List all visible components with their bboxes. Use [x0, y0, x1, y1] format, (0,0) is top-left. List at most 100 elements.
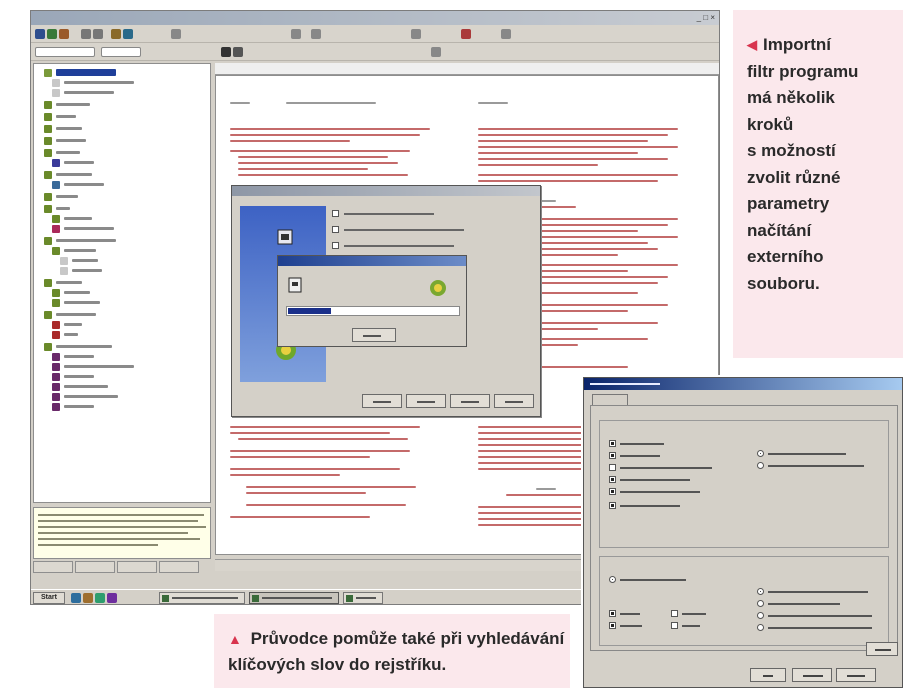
- setting-radio[interactable]: [757, 462, 877, 470]
- tab-tools[interactable]: [159, 561, 199, 573]
- tree-item[interactable]: [34, 192, 210, 202]
- setting-checkbox[interactable]: [671, 610, 721, 618]
- tree-item[interactable]: [34, 330, 210, 340]
- quicklaunch-icon[interactable]: [83, 593, 93, 603]
- tree-item[interactable]: [34, 112, 210, 122]
- tree-item[interactable]: [34, 372, 210, 382]
- main-toolbar: [31, 25, 719, 43]
- toolbar-icon[interactable]: [47, 29, 57, 39]
- setting-radio[interactable]: [757, 624, 887, 632]
- setting-checkbox[interactable]: [609, 476, 719, 484]
- start-button[interactable]: Start: [33, 592, 65, 604]
- setting-radio[interactable]: [757, 600, 887, 608]
- quicklaunch-icon[interactable]: [71, 593, 81, 603]
- tree-item[interactable]: [34, 68, 210, 78]
- caption-line: má několik: [747, 88, 835, 107]
- back-button[interactable]: [362, 394, 402, 408]
- tree-item[interactable]: [34, 180, 210, 190]
- setting-checkbox[interactable]: [609, 610, 659, 618]
- toolbar-icon[interactable]: [35, 29, 45, 39]
- tree-item[interactable]: [34, 342, 210, 352]
- setting-radio[interactable]: [609, 576, 719, 584]
- taskbar-item[interactable]: [343, 592, 383, 604]
- help-panel: [33, 507, 211, 559]
- ok-button[interactable]: [750, 668, 786, 682]
- setting-checkbox[interactable]: [609, 488, 729, 496]
- tree-item[interactable]: [34, 236, 210, 246]
- tree-item[interactable]: [34, 78, 210, 88]
- setting-checkbox[interactable]: [609, 464, 729, 472]
- wizard-option[interactable]: [332, 226, 482, 234]
- setting-checkbox[interactable]: [609, 440, 699, 448]
- taskbar-item[interactable]: [159, 592, 245, 604]
- quicklaunch-icon[interactable]: [107, 593, 117, 603]
- setting-checkbox[interactable]: [609, 452, 699, 460]
- window-controls[interactable]: _ □ ×: [697, 13, 715, 22]
- tree-item[interactable]: [34, 278, 210, 288]
- caption-line: ◀ Importní: [747, 32, 893, 59]
- caption-bottom: ▲ Průvodce pomůže také při vyhledávání k…: [214, 614, 570, 688]
- tree-item[interactable]: [34, 402, 210, 412]
- quicklaunch-icon[interactable]: [95, 593, 105, 603]
- tree-item[interactable]: [34, 100, 210, 110]
- toolbar-icon[interactable]: [59, 29, 69, 39]
- setting-radio[interactable]: [757, 450, 877, 458]
- ruler: [215, 63, 719, 75]
- taskbar-item[interactable]: [249, 592, 339, 604]
- cancel-button[interactable]: [450, 394, 490, 408]
- tree-item[interactable]: [34, 298, 210, 308]
- toolbar-icon[interactable]: [81, 29, 91, 39]
- setting-radio[interactable]: [757, 588, 887, 596]
- tree-item[interactable]: [34, 256, 210, 266]
- arrow-up-icon: ▲: [228, 631, 242, 647]
- style-select[interactable]: [35, 47, 95, 57]
- tree-item[interactable]: [34, 148, 210, 158]
- bold-icon[interactable]: [221, 47, 231, 57]
- tree-item[interactable]: [34, 352, 210, 362]
- toolbar-icon[interactable]: [461, 29, 471, 39]
- setting-checkbox[interactable]: [671, 622, 721, 630]
- toolbar-icon[interactable]: [411, 29, 421, 39]
- toolbar-icon[interactable]: [171, 29, 181, 39]
- toolbar-icon[interactable]: [111, 29, 121, 39]
- tree-item[interactable]: [34, 158, 210, 168]
- tab-project[interactable]: [33, 561, 73, 573]
- tree-item[interactable]: [34, 204, 210, 214]
- toolbar-icon[interactable]: [431, 47, 441, 57]
- tree-item[interactable]: [34, 362, 210, 372]
- arrow-left-icon: ◀: [747, 37, 757, 52]
- next-button[interactable]: [406, 394, 446, 408]
- cancel-button[interactable]: [352, 328, 396, 342]
- setting-radio[interactable]: [757, 612, 887, 620]
- tree-item[interactable]: [34, 382, 210, 392]
- tree-item[interactable]: [34, 136, 210, 146]
- toolbar-icon[interactable]: [291, 29, 301, 39]
- cancel-button[interactable]: [792, 668, 832, 682]
- italic-icon[interactable]: [233, 47, 243, 57]
- tab-index[interactable]: [75, 561, 115, 573]
- wizard-option[interactable]: [332, 210, 482, 218]
- tree-item[interactable]: [34, 170, 210, 180]
- tree-item[interactable]: [34, 320, 210, 330]
- tree-item[interactable]: [34, 392, 210, 402]
- wizard-option[interactable]: [332, 242, 482, 250]
- help-button[interactable]: [494, 394, 534, 408]
- toolbar-icon[interactable]: [123, 29, 133, 39]
- tree-item[interactable]: [34, 288, 210, 298]
- tab-search[interactable]: [117, 561, 157, 573]
- tree-item[interactable]: [34, 310, 210, 320]
- setting-checkbox[interactable]: [609, 622, 659, 630]
- toolbar-icon[interactable]: [501, 29, 511, 39]
- tree-item[interactable]: [34, 246, 210, 256]
- help-button[interactable]: [836, 668, 876, 682]
- tree-item[interactable]: [34, 88, 210, 98]
- toolbar-icon[interactable]: [311, 29, 321, 39]
- reset-button[interactable]: [866, 642, 898, 656]
- tree-item[interactable]: [34, 214, 210, 224]
- tree-item[interactable]: [34, 224, 210, 234]
- font-select[interactable]: [101, 47, 141, 57]
- setting-spin[interactable]: [609, 502, 739, 510]
- tree-item[interactable]: [34, 124, 210, 134]
- toolbar-icon[interactable]: [93, 29, 103, 39]
- tree-item[interactable]: [34, 266, 210, 276]
